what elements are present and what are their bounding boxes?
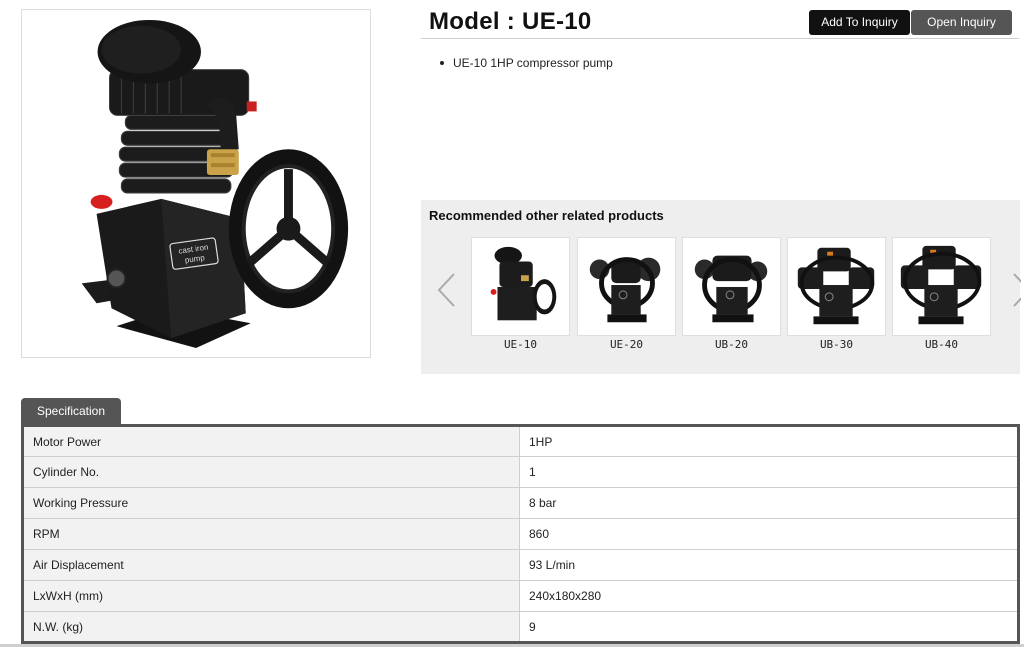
spec-key: Working Pressure <box>22 487 520 519</box>
table-row: N.W. (kg) 9 <box>22 611 1019 643</box>
compressor-pump-icon <box>797 247 875 325</box>
open-inquiry-button[interactable]: Open Inquiry <box>911 10 1012 35</box>
related-product-label[interactable]: UB-40 <box>892 338 991 351</box>
compressor-pump-icon <box>694 255 768 323</box>
related-product-label[interactable]: UB-30 <box>787 338 886 351</box>
related-product-label[interactable]: UE-20 <box>577 338 676 351</box>
spec-value: 1 <box>519 456 1019 488</box>
table-row: Motor Power 1HP <box>22 425 1019 457</box>
related-product-thumb-ub-30[interactable] <box>787 237 886 336</box>
add-to-inquiry-button[interactable]: Add To Inquiry <box>809 10 910 35</box>
spec-key: Cylinder No. <box>22 456 520 488</box>
related-product-thumb-ub-40[interactable] <box>892 237 991 336</box>
related-product-thumb-ue-20[interactable] <box>577 237 676 336</box>
spec-key: Air Displacement <box>22 549 520 581</box>
chevron-left-icon[interactable] <box>435 270 457 310</box>
page-title: Model : UE-10 <box>429 8 592 35</box>
title-divider <box>421 38 1019 39</box>
spec-key: LxWxH (mm) <box>22 580 520 612</box>
related-product-label[interactable]: UB-20 <box>682 338 781 351</box>
tab-specification[interactable]: Specification <box>21 398 121 424</box>
spec-value: 860 <box>519 518 1019 550</box>
spec-value: 1HP <box>519 425 1019 457</box>
related-product-label[interactable]: UE-10 <box>471 338 570 351</box>
table-row: Air Displacement 93 L/min <box>22 549 1019 581</box>
recommended-products-panel: Recommended other related products UE-10 <box>421 200 1021 374</box>
spec-value: 9 <box>519 611 1019 643</box>
chevron-right-icon[interactable] <box>1013 270 1021 310</box>
specification-table: Motor Power 1HP Cylinder No. 1 Working P… <box>21 424 1020 644</box>
spec-value: 8 bar <box>519 487 1019 519</box>
spec-key: N.W. (kg) <box>22 611 520 643</box>
compressor-pump-image: cast iron pump <box>81 19 349 349</box>
table-row: RPM 860 <box>22 518 1019 550</box>
compressor-pump-icon <box>490 246 557 321</box>
compressor-pump-icon <box>589 257 661 323</box>
spec-value: 93 L/min <box>519 549 1019 581</box>
spec-key: RPM <box>22 518 520 550</box>
table-row: Working Pressure 8 bar <box>22 487 1019 519</box>
product-description-list: UE-10 1HP compressor pump <box>439 55 613 71</box>
table-row: Cylinder No. 1 <box>22 456 1019 488</box>
main-product-image: cast iron pump <box>21 9 371 358</box>
spec-value: 240x180x280 <box>519 580 1019 612</box>
recommended-heading: Recommended other related products <box>429 208 664 223</box>
description-item: UE-10 1HP compressor pump <box>439 55 613 71</box>
compressor-pump-icon <box>900 245 982 325</box>
related-product-thumb-ub-20[interactable] <box>682 237 781 336</box>
related-product-thumb-ue-10[interactable] <box>471 237 570 336</box>
table-row: LxWxH (mm) 240x180x280 <box>22 580 1019 612</box>
spec-key: Motor Power <box>22 425 520 457</box>
